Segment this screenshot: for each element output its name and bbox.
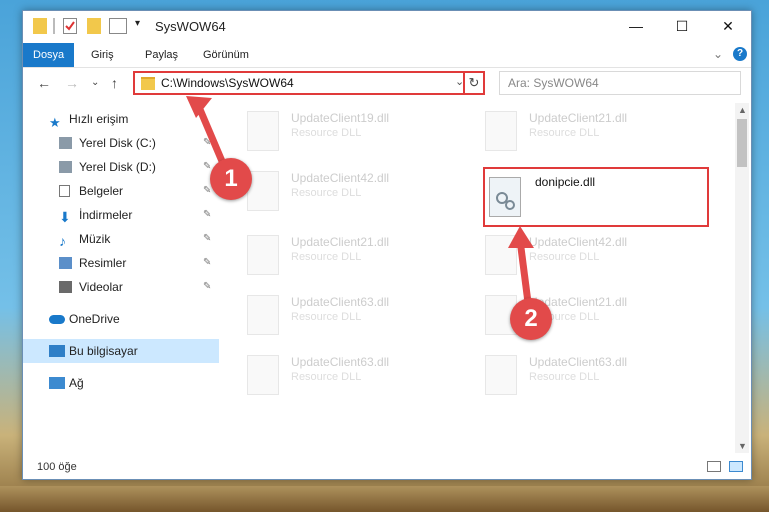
- arrow-head-file: [508, 226, 534, 248]
- desktop-taskbar: [0, 486, 769, 512]
- annotation-arrows: [186, 96, 534, 319]
- callout-step-2: 2: [510, 298, 552, 340]
- callout-step-1: 1: [210, 158, 252, 200]
